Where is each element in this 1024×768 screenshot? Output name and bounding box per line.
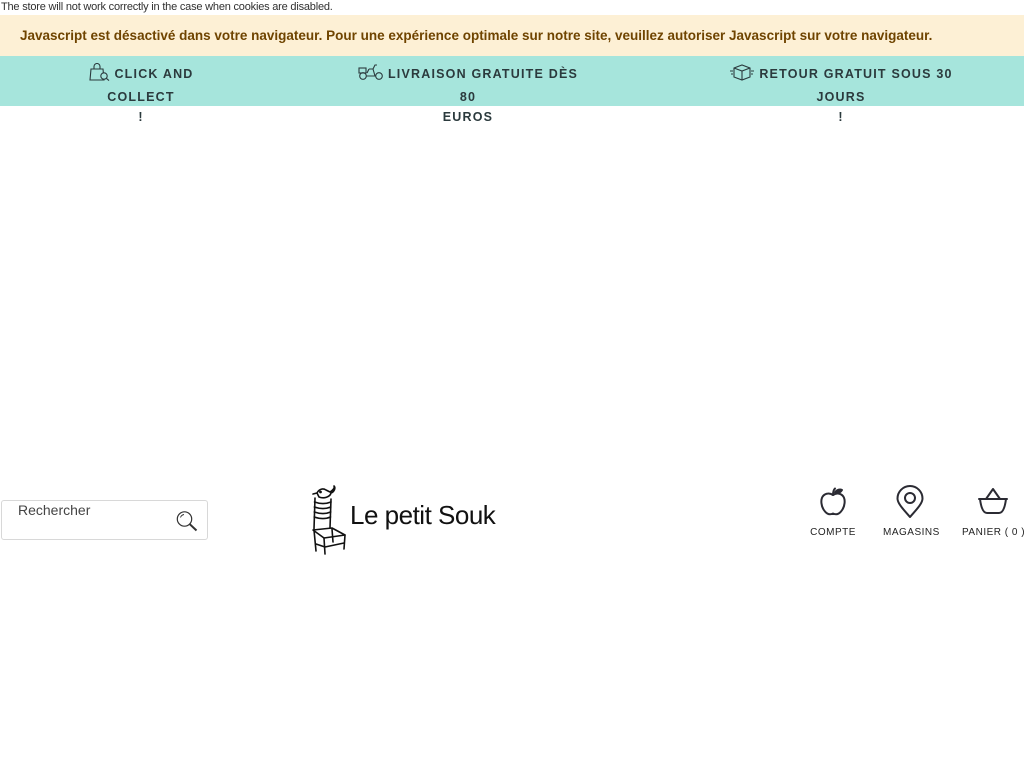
promo-click-and-collect-line1: CLICK AND COLLECT <box>107 67 194 104</box>
scooter-icon <box>358 63 384 87</box>
logo-text: Le petit Souk <box>350 500 496 530</box>
search-box <box>1 499 208 540</box>
package-return-icon <box>729 63 755 87</box>
chair-bird-logo <box>312 485 346 555</box>
promo-free-returns[interactable]: RETOUR GRATUIT SOUS 30 JOURS ! <box>714 63 968 127</box>
promo-free-delivery-line1: LIVRAISON GRATUITE DÈS 80 <box>387 67 579 104</box>
promo-bar: CLICK AND COLLECT ! LIVRAISON GRATUITE D… <box>0 56 1024 124</box>
stores-link[interactable]: MAGASINS <box>883 485 940 538</box>
promo-click-and-collect[interactable]: CLICK AND COLLECT ! <box>58 63 224 127</box>
promo-free-delivery-line2: EUROS <box>442 110 494 124</box>
shopping-bag-icon <box>88 63 110 87</box>
map-pin-icon <box>896 485 924 518</box>
account-link[interactable]: COMPTE <box>810 485 856 538</box>
account-label: COMPTE <box>810 527 856 538</box>
search-input[interactable] <box>2 499 178 521</box>
cookie-notice: The store will not work correctly in the… <box>1 1 333 13</box>
promo-free-returns-line2: ! <box>838 110 844 124</box>
magnifier-icon[interactable] <box>175 510 199 532</box>
promo-free-delivery[interactable]: LIVRAISON GRATUITE DÈS 80 EUROS <box>357 63 579 127</box>
site-logo[interactable]: Le petit Souk <box>309 484 504 556</box>
basket-icon <box>978 488 1008 514</box>
apple-icon <box>820 487 846 516</box>
cart-link[interactable]: PANIER ( 0 ) <box>962 485 1024 538</box>
promo-free-returns-line1: RETOUR GRATUIT SOUS 30 JOURS <box>759 67 953 104</box>
javascript-disabled-notice: Javascript est désactivé dans votre navi… <box>0 15 1024 56</box>
promo-click-and-collect-line2: ! <box>138 110 144 124</box>
cart-label: PANIER ( 0 ) <box>962 527 1024 538</box>
stores-label: MAGASINS <box>883 527 940 538</box>
